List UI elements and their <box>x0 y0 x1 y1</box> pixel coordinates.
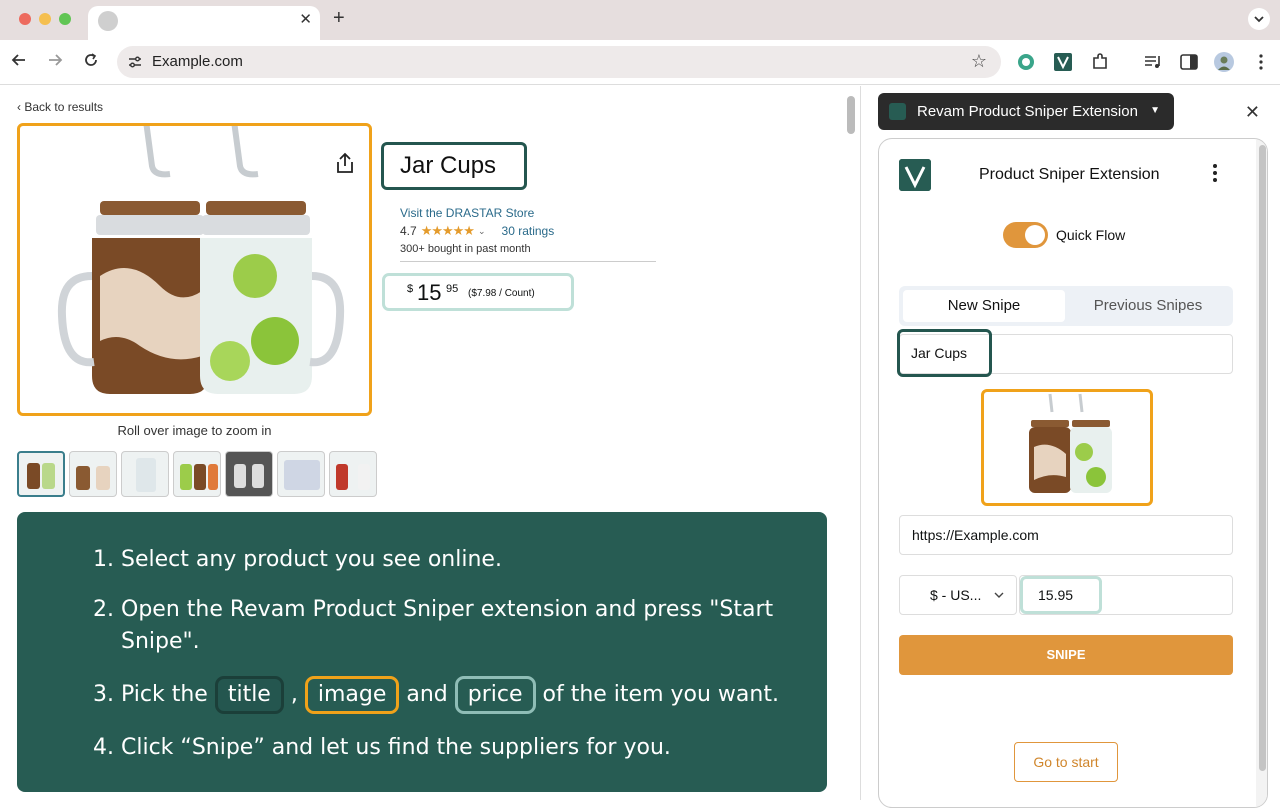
zoom-hint: Roll over image to zoom in <box>117 423 272 438</box>
panel-scrollbar[interactable] <box>1256 139 1267 807</box>
tab-search-button[interactable] <box>1248 8 1270 30</box>
site-settings-icon[interactable] <box>127 54 143 70</box>
chevron-down-icon[interactable]: ⌄ <box>478 226 486 237</box>
arrow-right-icon <box>49 54 63 66</box>
profile-avatar-icon[interactable] <box>1214 52 1234 72</box>
extensions-puzzle-icon[interactable] <box>1090 52 1110 72</box>
address-bar[interactable]: Example.com ☆ <box>117 46 1001 78</box>
image-chip: image <box>304 676 400 714</box>
price-value[interactable]: 15.95 <box>1020 576 1102 614</box>
ai-assistant-extension-icon[interactable] <box>1016 52 1036 72</box>
tab-previous-snipes[interactable]: Previous Snipes <box>1067 290 1229 322</box>
maximize-window-button[interactable] <box>59 13 71 25</box>
reload-button[interactable] <box>81 51 101 74</box>
minimize-window-button[interactable] <box>39 13 51 25</box>
sniper-card: Product Sniper Extension Quick Flow New … <box>878 138 1268 808</box>
rating-row: 4.7 ★★★★★ ⌄ 30 ratings <box>400 223 554 239</box>
instructions-panel: Select any product you see online. Open … <box>17 512 827 792</box>
step-1: Select any product you see online. <box>121 544 811 576</box>
product-title[interactable]: Jar Cups <box>381 142 527 190</box>
new-tab-button[interactable]: + <box>333 7 345 30</box>
arrow-left-icon <box>11 54 25 66</box>
bookmark-star-icon[interactable]: ☆ <box>971 51 987 72</box>
scrollbar-thumb[interactable] <box>1259 145 1266 771</box>
extension-side-panel: Revam Product Sniper Extension ▼ ✕ Produ… <box>860 86 1280 808</box>
chevron-down-icon <box>994 592 1004 598</box>
product-price[interactable]: $ 15 95 ($7.98 / Count) <box>382 273 574 311</box>
back-to-results-link[interactable]: ‹ Back to results <box>17 100 103 114</box>
thumbnail[interactable] <box>329 451 377 497</box>
jar-cups-image <box>57 126 345 394</box>
close-panel-icon[interactable]: ✕ <box>1245 102 1260 123</box>
jar-cups-thumbnail <box>1029 393 1112 493</box>
side-panel-icon[interactable] <box>1179 52 1199 72</box>
chevron-down-icon <box>1254 16 1264 23</box>
star-rating-icon[interactable]: ★★★★★ <box>421 223 475 239</box>
quick-flow-toggle[interactable] <box>1003 222 1048 248</box>
title-chip: title <box>214 676 284 714</box>
browser-toolbar: Example.com ☆ <box>0 40 1280 85</box>
store-link[interactable]: Visit the DRASTAR Store <box>400 206 534 220</box>
step-4: Click “Snipe” and let us find the suppli… <box>121 732 811 764</box>
ratings-count-link[interactable]: 30 ratings <box>502 224 555 238</box>
product-page: ‹ Back to results Roll over image to zoo… <box>0 86 860 800</box>
tab-new-snipe[interactable]: New Snipe <box>903 290 1065 322</box>
favicon-icon <box>98 11 118 31</box>
rating-value: 4.7 <box>400 224 417 238</box>
thumbnail[interactable] <box>173 451 221 497</box>
page-scrollbar[interactable] <box>847 96 855 134</box>
media-controls-icon[interactable] <box>1143 52 1163 72</box>
quick-flow-label: Quick Flow <box>1056 227 1126 243</box>
thumbnail[interactable] <box>277 451 325 497</box>
panel-heading: Product Sniper Extension <box>979 166 1160 183</box>
step-3: Pick the title , image and price of the … <box>121 676 811 714</box>
thumbnail[interactable] <box>225 451 273 497</box>
price-chip: price <box>454 676 536 714</box>
currency-select[interactable]: $ - US... <box>899 575 1017 615</box>
revam-logo-icon <box>889 103 906 120</box>
more-options-icon[interactable] <box>1212 163 1218 183</box>
price-field[interactable]: 15.95 <box>1019 575 1233 615</box>
close-window-button[interactable] <box>19 13 31 25</box>
step-2: Open the Revam Product Sniper extension … <box>121 594 811 658</box>
reload-icon <box>85 53 97 66</box>
share-icon[interactable] <box>335 152 355 174</box>
caret-down-icon: ▼ <box>1150 105 1160 116</box>
back-button[interactable] <box>9 51 29 74</box>
snipe-tabs: New Snipe Previous Snipes <box>899 286 1233 326</box>
revam-extension-icon[interactable] <box>1053 52 1073 72</box>
toggle-knob <box>1025 225 1045 245</box>
divider <box>400 261 656 262</box>
tab-strip: ✕ + <box>0 0 1280 40</box>
browser-menu-icon[interactable] <box>1251 52 1271 72</box>
extension-selector[interactable]: Revam Product Sniper Extension ▼ <box>878 93 1174 130</box>
close-tab-icon[interactable]: ✕ <box>299 10 312 28</box>
forward-button[interactable] <box>45 51 65 74</box>
snipe-button[interactable]: SNIPE <box>899 635 1233 675</box>
extension-name: Revam Product Sniper Extension <box>917 103 1138 120</box>
thumbnail[interactable] <box>121 451 169 497</box>
thumbnail[interactable] <box>69 451 117 497</box>
thumbnail[interactable] <box>17 451 65 497</box>
product-image-preview[interactable] <box>981 389 1153 506</box>
thumbnail-strip <box>17 451 377 497</box>
browser-tab[interactable]: ✕ <box>88 6 320 40</box>
bought-count: 300+ bought in past month <box>400 243 531 255</box>
product-url-field[interactable]: https://Example.com <box>899 515 1233 555</box>
revam-logo-icon <box>899 159 931 191</box>
main-product-image[interactable] <box>17 123 372 416</box>
product-name-value[interactable]: Jar Cups <box>897 329 992 377</box>
go-to-start-button[interactable]: Go to start <box>1014 742 1118 782</box>
product-name-field[interactable]: Jar Cups <box>897 329 1233 377</box>
instruction-steps: Select any product you see online. Open … <box>121 544 811 782</box>
url-text: Example.com <box>152 53 243 70</box>
